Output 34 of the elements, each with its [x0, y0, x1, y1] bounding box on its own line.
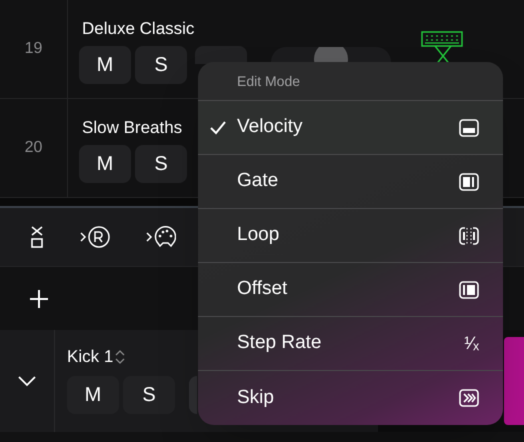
chevron-icon[interactable] [18, 375, 36, 387]
loop-icon [459, 226, 479, 244]
track-number: 20 [24, 138, 42, 158]
volume-slider[interactable] [271, 47, 391, 62]
skip-icon [459, 389, 479, 407]
menu-item[interactable]: Gate [198, 155, 503, 209]
track-button[interactable]: M [79, 144, 131, 182]
track-name: Slow Breaths [81, 117, 184, 139]
record-icon[interactable] [80, 225, 110, 249]
velocity-icon [459, 118, 479, 136]
track-button[interactable] [189, 376, 197, 414]
add-icon[interactable] [29, 288, 49, 308]
track-button[interactable] [195, 46, 247, 64]
menu-item[interactable]: Velocity [198, 101, 503, 155]
track-button[interactable]: M [79, 46, 131, 84]
track-button[interactable]: S [123, 376, 175, 414]
track-number: 19 [24, 39, 42, 59]
pattern-name: Kick 1 [67, 346, 114, 368]
gate-icon [459, 172, 479, 190]
track-button[interactable]: S [135, 144, 187, 182]
menu-item[interactable]: Skip [198, 371, 503, 425]
menu-title: Edit Mode [237, 72, 300, 90]
track-button[interactable]: S [135, 46, 187, 84]
updown-icon[interactable] [115, 348, 126, 365]
checkmark-icon [210, 120, 226, 134]
midi-icon[interactable] [146, 225, 176, 249]
menu-item[interactable]: Step Rate ¹⁄ₓ [198, 317, 503, 371]
menu-item[interactable]: Offset [198, 263, 503, 317]
remove-icon[interactable] [30, 226, 44, 248]
track-button[interactable]: M [67, 376, 119, 414]
offset-icon [459, 280, 479, 298]
track-name: Deluxe Classic [81, 18, 196, 40]
step-rate-symbol: ¹⁄ₓ [464, 332, 479, 355]
menu-item[interactable]: Loop [198, 209, 503, 263]
